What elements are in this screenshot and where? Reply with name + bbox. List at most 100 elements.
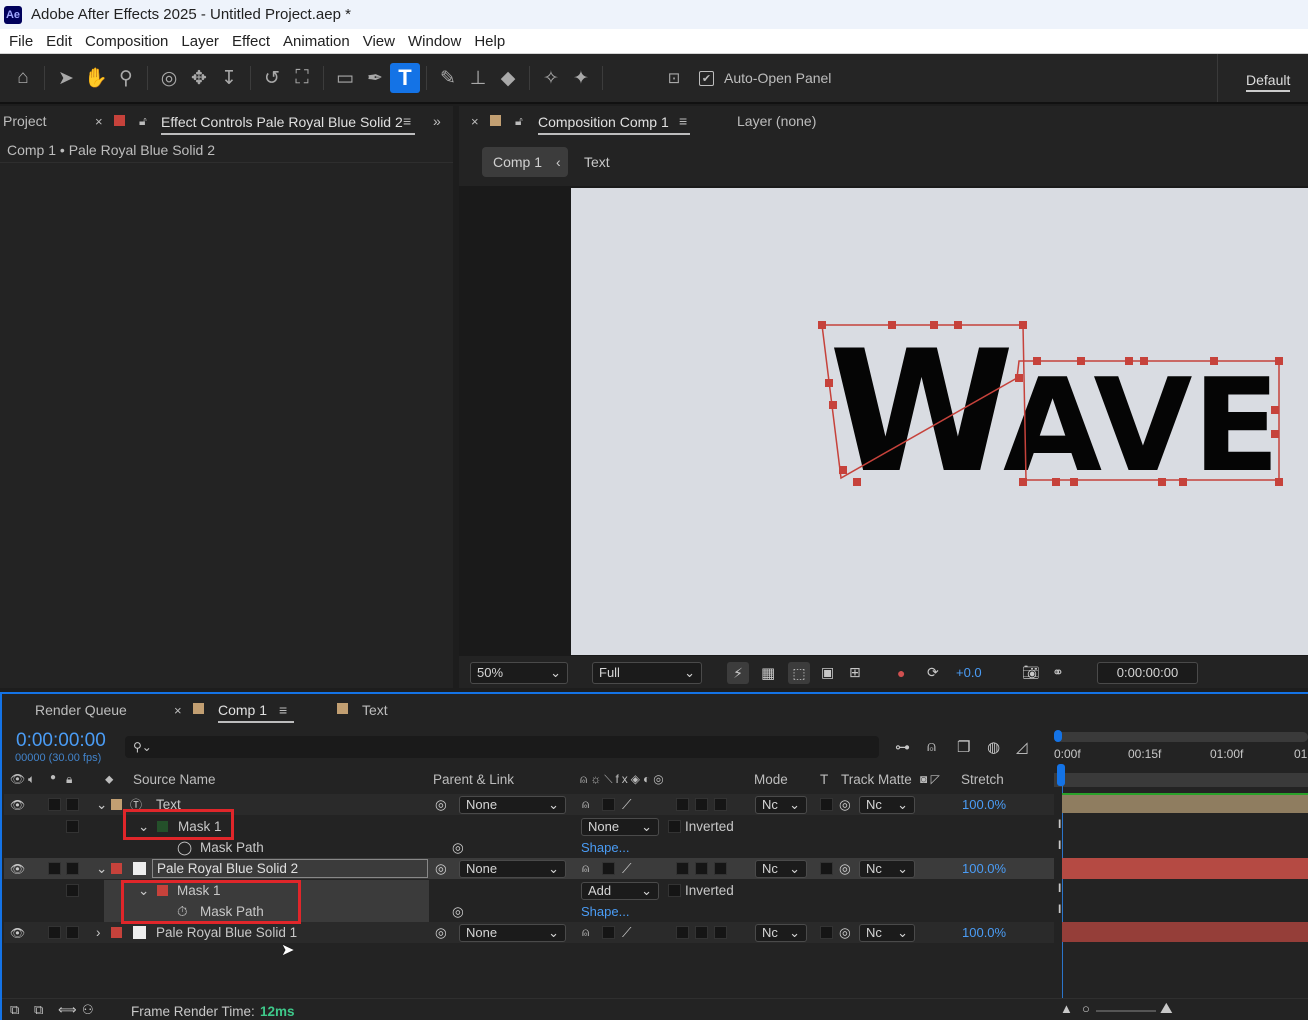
switch[interactable]	[602, 862, 615, 875]
type-tool-icon[interactable]: T	[390, 63, 420, 93]
mask-vertex[interactable]	[1158, 478, 1166, 486]
menu-file[interactable]: File	[9, 33, 33, 50]
snapshot-icon[interactable]: 📷︎	[1022, 664, 1040, 681]
label-icon[interactable]: ⬥	[105, 772, 113, 787]
tab-render-queue[interactable]: Render Queue	[35, 702, 127, 718]
mask-path-value[interactable]: Shape...	[581, 840, 629, 855]
hand-tool-icon[interactable]: ✋	[81, 63, 111, 93]
layer-name[interactable]: Pale Royal Blue Solid 1	[156, 925, 297, 940]
audio-icon[interactable]: 🔈︎	[28, 772, 35, 787]
mask-vertex[interactable]	[1033, 357, 1041, 365]
tab-effect-controls[interactable]: Effect Controls Pale Royal Blue Solid 2	[161, 114, 415, 135]
menu-animation[interactable]: Animation	[283, 33, 350, 50]
matte-pickwhip-icon[interactable]: ◎	[839, 797, 851, 813]
chevron-right-icon[interactable]: ›	[96, 925, 101, 940]
time-ruler-area[interactable]: 0:00f 00:15f 01:00f 01: I I I I	[1054, 730, 1308, 1020]
transparency-grid-icon[interactable]: ▦	[761, 664, 775, 682]
composition-mini-flowchart-icon[interactable]: ⊶	[895, 738, 910, 756]
work-area-start-handle[interactable]	[1054, 730, 1062, 742]
orbit-camera-icon[interactable]: ◎	[154, 63, 184, 93]
work-area-bar[interactable]	[1056, 732, 1308, 742]
channel-icon[interactable]: ●	[897, 665, 905, 681]
menu-composition[interactable]: Composition	[85, 33, 168, 50]
panel-menu-icon[interactable]: ≡	[679, 113, 687, 129]
matte-pickwhip-icon[interactable]: ◎	[839, 861, 851, 877]
breadcrumb-comp1[interactable]: Comp 1 ‹	[482, 147, 568, 177]
header-parent-link[interactable]: Parent & Link	[433, 772, 514, 787]
stretch-value[interactable]: 100.0%	[962, 797, 1006, 812]
mask-vertex[interactable]	[829, 401, 837, 409]
menu-layer[interactable]: Layer	[181, 33, 219, 50]
close-icon[interactable]: ×	[471, 114, 479, 129]
mode-dropdown[interactable]: Nc ⌄	[755, 923, 807, 942]
label-color[interactable]	[111, 799, 122, 810]
grid-guides-icon[interactable]: ⊞	[849, 664, 861, 681]
show-snapshot-icon[interactable]: ⚭	[1052, 664, 1064, 681]
frame-blending-icon[interactable]: ❐	[957, 738, 970, 756]
parent-dropdown[interactable]: None ⌄	[459, 795, 566, 814]
shy-switch[interactable]: ⍝	[582, 797, 589, 812]
menu-effect[interactable]: Effect	[232, 33, 270, 50]
shy-layers-icon[interactable]: ⍝	[927, 738, 936, 755]
switch[interactable]	[676, 798, 689, 811]
zoom-out-icon[interactable]: ▲	[1060, 1001, 1073, 1016]
pickwhip-icon[interactable]: ◎	[435, 925, 447, 941]
stretch-value[interactable]: 100.0%	[962, 925, 1006, 940]
preserve-transparency-switch[interactable]	[820, 926, 833, 939]
zoom-slider-track[interactable]	[1096, 1010, 1156, 1012]
layer-row-solid2[interactable]: 👁︎ ⌄ Pale Royal Blue Solid 2 ◎ None ⌄ ⍝ ⟋…	[4, 858, 1054, 879]
mask-vertex[interactable]	[1275, 357, 1283, 365]
lock-switch[interactable]	[66, 798, 79, 811]
solo-switch[interactable]	[48, 926, 61, 939]
mask-vertex[interactable]	[853, 478, 861, 486]
mask-vertex[interactable]	[1179, 478, 1187, 486]
close-icon[interactable]: ×	[174, 703, 182, 718]
mode-dropdown[interactable]: Nc ⌄	[755, 795, 807, 814]
selection-tool-icon[interactable]: ➤	[51, 63, 81, 93]
mask-vertex[interactable]	[1015, 374, 1023, 382]
switch[interactable]	[695, 926, 708, 939]
pickwhip-icon[interactable]: ◎	[435, 797, 447, 813]
switch[interactable]	[695, 798, 708, 811]
chevron-down-icon[interactable]: ⌄	[96, 861, 107, 877]
parent-dropdown[interactable]: None ⌄	[459, 859, 566, 878]
mask-vertex[interactable]	[1019, 321, 1027, 329]
mask-vertex[interactable]	[825, 379, 833, 387]
pen-tool-icon[interactable]: ✒	[360, 63, 390, 93]
region-of-interest-icon[interactable]: ▣	[821, 664, 834, 681]
rectangle-tool-icon[interactable]: ▭	[330, 63, 360, 93]
close-icon[interactable]: ×	[95, 114, 103, 129]
dolly-camera-icon[interactable]: ↧	[214, 63, 244, 93]
resolution-dropdown[interactable]: Full ⌄	[592, 661, 702, 684]
panel-menu-icon[interactable]: ≡	[279, 702, 287, 718]
parent-dropdown[interactable]: None ⌄	[459, 923, 566, 942]
current-time[interactable]: 0:00:00:00	[16, 730, 106, 752]
mask-vertex[interactable]	[839, 466, 847, 474]
quality-switch[interactable]: ⟋	[622, 925, 631, 941]
in-out-toggle-icon[interactable]: ⟺	[58, 1002, 77, 1018]
graph-editor-icon[interactable]: ◿	[1016, 738, 1028, 756]
header-mode[interactable]: Mode	[754, 772, 788, 787]
layer-row-solid1[interactable]: 👁︎ › Pale Royal Blue Solid 1 ◎ None ⌄ ⍝ ⟋…	[4, 922, 1054, 943]
stretch-value[interactable]: 100.0%	[962, 861, 1006, 876]
mask-path-row[interactable]: ◯ Mask Path ◎ Shape...	[4, 837, 1054, 858]
tab-layer[interactable]: Layer (none)	[737, 113, 816, 129]
pan-camera-icon[interactable]: ✥	[184, 63, 214, 93]
mode-dropdown[interactable]: Nc ⌄	[755, 859, 807, 878]
mask-vertex[interactable]	[1077, 357, 1085, 365]
solo-switch[interactable]	[48, 862, 61, 875]
mask-vertex[interactable]	[930, 321, 938, 329]
preserve-transparency-switch[interactable]	[820, 862, 833, 875]
mask-visibility-icon[interactable]: ⬚	[788, 661, 810, 684]
roto-brush-tool-icon[interactable]: ✧	[536, 63, 566, 93]
eye-icon[interactable]: 👁︎	[10, 926, 25, 940]
header-source-name[interactable]: Source Name	[133, 772, 216, 787]
layer-bar-solid2[interactable]	[1062, 858, 1308, 879]
mask-vertex[interactable]	[1070, 478, 1078, 486]
eye-icon[interactable]: 👁︎	[10, 862, 25, 876]
lock-switch[interactable]	[66, 820, 79, 833]
wave-text-layer[interactable]: W AVE	[571, 188, 1308, 655]
fast-previews-icon[interactable]: ⚡	[727, 661, 749, 684]
label-color[interactable]	[111, 927, 122, 938]
label-color[interactable]	[111, 863, 122, 874]
